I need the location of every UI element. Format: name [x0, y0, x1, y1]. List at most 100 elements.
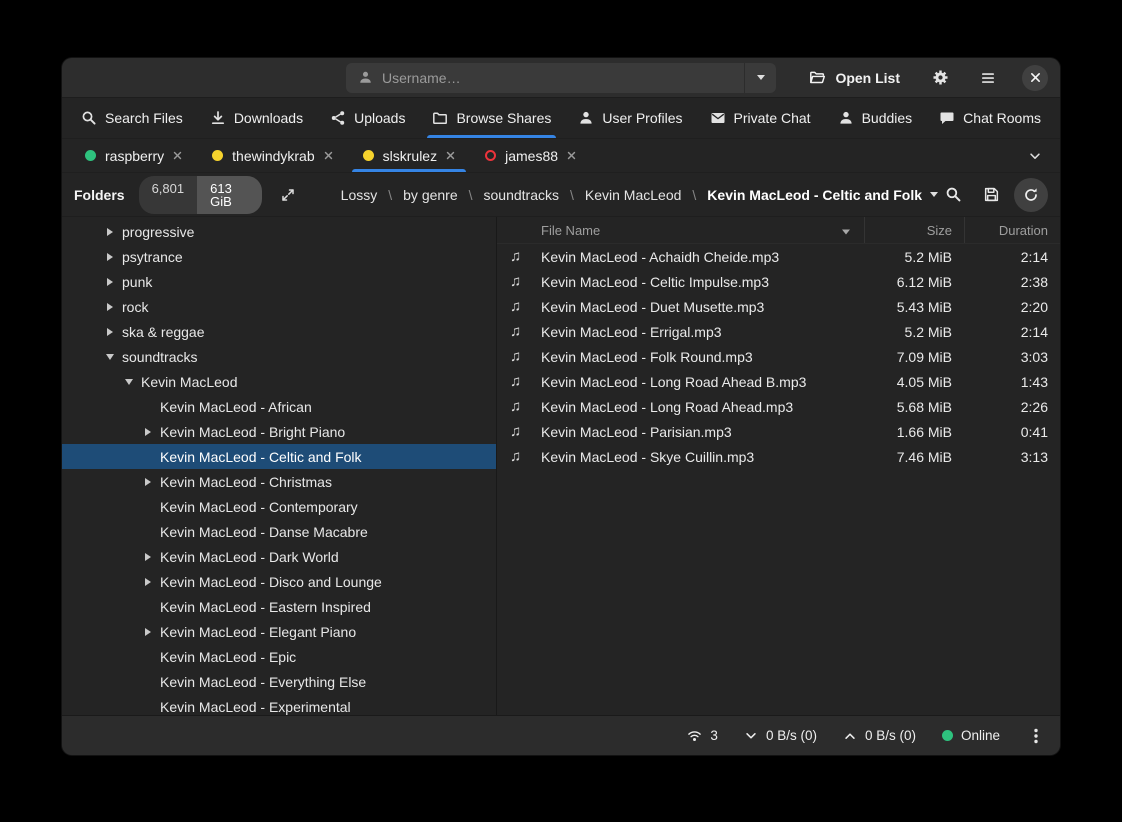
username-dropdown-button[interactable]: [744, 63, 776, 93]
tree-row[interactable]: Kevin MacLeod - Elegant Piano: [62, 619, 496, 644]
tree-row[interactable]: progressive: [62, 219, 496, 244]
tree-row[interactable]: soundtracks: [62, 344, 496, 369]
tree-row[interactable]: psytrance: [62, 244, 496, 269]
tree-row-label: Kevin MacLeod - Bright Piano: [160, 424, 345, 440]
tree-row[interactable]: Kevin MacLeod - African: [62, 394, 496, 419]
save-list-button[interactable]: [976, 180, 1006, 210]
file-row[interactable]: Kevin MacLeod - Folk Round.mp3 7.09 MiB …: [497, 344, 1060, 369]
tree-row[interactable]: Kevin MacLeod - Eastern Inspired: [62, 594, 496, 619]
file-name: Kevin MacLeod - Parisian.mp3: [541, 424, 864, 440]
expander-icon[interactable]: [100, 228, 120, 236]
share-stats: 6,801 613 GiB: [139, 176, 263, 214]
search-folder-button[interactable]: [938, 180, 968, 210]
tree-row[interactable]: ska & reggae: [62, 319, 496, 344]
status-menu-button[interactable]: [1026, 726, 1046, 746]
tree-row[interactable]: Kevin MacLeod - Dark World: [62, 544, 496, 569]
close-icon[interactable]: [173, 151, 182, 160]
music-note-icon: [510, 449, 541, 464]
file-row[interactable]: Kevin MacLeod - Errigal.mp3 5.2 MiB 2:14: [497, 319, 1060, 344]
tree-row[interactable]: Kevin MacLeod - Christmas: [62, 469, 496, 494]
close-icon[interactable]: [446, 151, 455, 160]
tree-row[interactable]: Kevin MacLeod - Celtic and Folk: [62, 444, 496, 469]
close-icon[interactable]: [567, 151, 576, 160]
refresh-button[interactable]: [1014, 178, 1048, 212]
expander-icon[interactable]: [119, 379, 139, 385]
tree-row[interactable]: Kevin MacLeod - Disco and Lounge: [62, 569, 496, 594]
expander-icon[interactable]: [138, 578, 158, 586]
tree-row[interactable]: Kevin MacLeod: [62, 369, 496, 394]
breadcrumb-item[interactable]: soundtracks: [484, 187, 559, 203]
breadcrumb-item[interactable]: Kevin MacLeod: [585, 187, 682, 203]
file-row[interactable]: Kevin MacLeod - Duet Musette.mp3 5.43 Mi…: [497, 294, 1060, 319]
expand-all-button[interactable]: [276, 182, 300, 208]
tab-label: Search Files: [105, 110, 183, 126]
connections-indicator[interactable]: 3: [687, 728, 718, 743]
connection-status[interactable]: Online: [942, 728, 1000, 743]
tab-chat-rooms[interactable]: Chat Rooms: [936, 98, 1044, 138]
file-row[interactable]: Kevin MacLeod - Achaidh Cheide.mp3 5.2 M…: [497, 244, 1060, 269]
tree-row-label: soundtracks: [122, 349, 197, 365]
breadcrumb-item[interactable]: Kevin MacLeod - Celtic and Folk: [707, 187, 938, 203]
preferences-button[interactable]: [926, 64, 954, 92]
file-row[interactable]: Kevin MacLeod - Long Road Ahead.mp3 5.68…: [497, 394, 1060, 419]
tree-row[interactable]: Kevin MacLeod - Experimental: [62, 694, 496, 715]
user-tab-thewindykrab[interactable]: thewindykrab: [197, 139, 348, 172]
expander-icon[interactable]: [100, 253, 120, 261]
expander-icon[interactable]: [100, 328, 120, 336]
expander-icon[interactable]: [138, 553, 158, 561]
tab-search-files[interactable]: Search Files: [78, 98, 186, 138]
app-window: Username… Open List: [62, 58, 1060, 755]
column-header-size[interactable]: Size: [864, 217, 964, 243]
column-header-file-name[interactable]: File Name: [497, 217, 864, 243]
user-tab-slskrulez[interactable]: slskrulez: [348, 139, 470, 172]
close-icon[interactable]: [324, 151, 333, 160]
file-row[interactable]: Kevin MacLeod - Long Road Ahead B.mp3 4.…: [497, 369, 1060, 394]
folder-icon: [432, 110, 448, 126]
breadcrumb-item[interactable]: by genre: [403, 187, 457, 203]
open-list-button[interactable]: Open List: [803, 65, 906, 90]
tree-row[interactable]: punk: [62, 269, 496, 294]
main-menu-button[interactable]: [974, 64, 1002, 92]
expander-icon[interactable]: [138, 628, 158, 636]
expander-icon[interactable]: [100, 278, 120, 286]
tree-row-label: Kevin MacLeod - Christmas: [160, 474, 332, 490]
download-rate-indicator[interactable]: 0 B/s (0): [744, 728, 817, 743]
file-duration: 0:41: [964, 424, 1060, 440]
status-bar: 3 0 B/s (0) 0 B/s (0) Online: [62, 715, 1060, 755]
tab-uploads[interactable]: Uploads: [327, 98, 408, 138]
breadcrumb-item[interactable]: Lossy: [341, 187, 378, 203]
user-tab-james88[interactable]: james88: [470, 139, 591, 172]
file-duration: 2:20: [964, 299, 1060, 315]
tree-row-label: Kevin MacLeod - Celtic and Folk: [160, 449, 362, 465]
file-row[interactable]: Kevin MacLeod - Skye Cuillin.mp3 7.46 Mi…: [497, 444, 1060, 469]
expander-icon[interactable]: [138, 478, 158, 486]
tree-row[interactable]: rock: [62, 294, 496, 319]
user-tab-raspberry[interactable]: raspberry: [70, 139, 197, 172]
tree-row-label: Kevin MacLeod - Disco and Lounge: [160, 574, 382, 590]
file-row[interactable]: Kevin MacLeod - Parisian.mp3 1.66 MiB 0:…: [497, 419, 1060, 444]
expander-icon[interactable]: [138, 428, 158, 436]
tree-row[interactable]: Kevin MacLeod - Epic: [62, 644, 496, 669]
tab-private-chat[interactable]: Private Chat: [707, 98, 814, 138]
tab-user-profiles[interactable]: User Profiles: [575, 98, 685, 138]
file-duration: 2:38: [964, 274, 1060, 290]
username-input[interactable]: Username…: [346, 63, 744, 93]
expander-icon[interactable]: [100, 354, 120, 360]
tree-row[interactable]: Kevin MacLeod - Danse Macabre: [62, 519, 496, 544]
upload-rate-indicator[interactable]: 0 B/s (0): [843, 728, 916, 743]
tab-overflow-button[interactable]: [1028, 149, 1042, 163]
tree-row[interactable]: Kevin MacLeod - Everything Else: [62, 669, 496, 694]
tree-row[interactable]: Kevin MacLeod - Contemporary: [62, 494, 496, 519]
sort-indicator-icon: [842, 223, 850, 238]
tab-browse-shares[interactable]: Browse Shares: [429, 98, 554, 138]
tree-row[interactable]: Kevin MacLeod - Bright Piano: [62, 419, 496, 444]
window-close-button[interactable]: [1022, 65, 1048, 91]
tree-row-label: Kevin MacLeod - Epic: [160, 649, 296, 665]
column-header-duration[interactable]: Duration: [964, 217, 1060, 243]
file-row[interactable]: Kevin MacLeod - Celtic Impulse.mp3 6.12 …: [497, 269, 1060, 294]
status-online-icon: [85, 150, 96, 161]
tab-downloads[interactable]: Downloads: [207, 98, 306, 138]
expander-icon[interactable]: [100, 303, 120, 311]
folder-tree: progressive psytrance punk rock ska & re…: [62, 217, 497, 715]
tab-buddies[interactable]: Buddies: [835, 98, 916, 138]
